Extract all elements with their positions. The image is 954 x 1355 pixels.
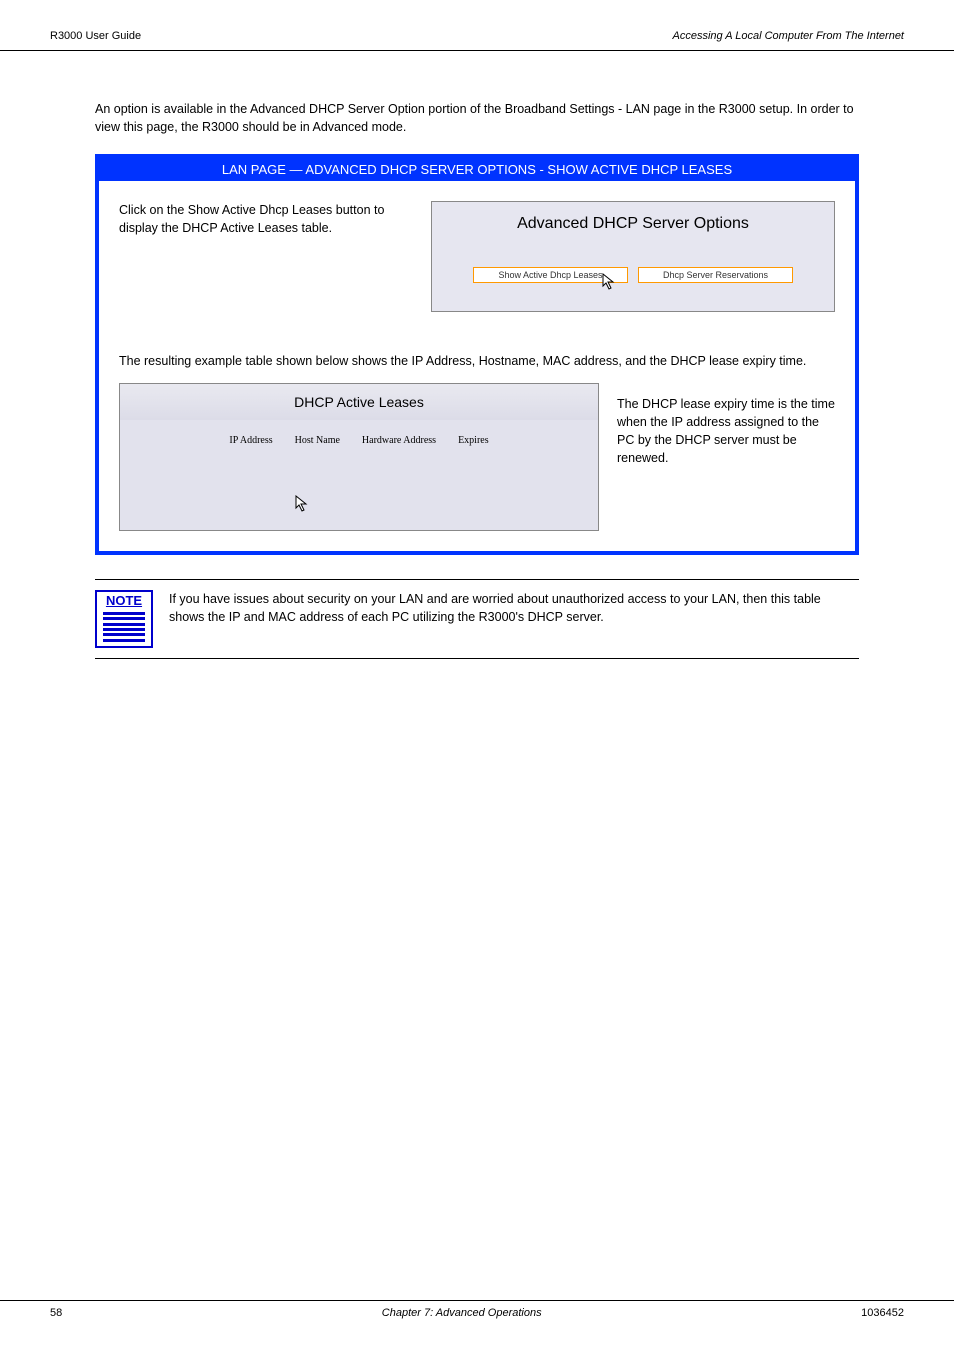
advanced-dhcp-options-box: Advanced DHCP Server Options Show Active… <box>431 201 835 312</box>
col-ip-address: IP Address <box>229 434 272 449</box>
header-left: R3000 User Guide <box>50 30 141 42</box>
dhcp-server-reservations-button[interactable]: Dhcp Server Reservations <box>638 267 793 283</box>
leases-columns: IP Address Host Name Hardware Address Ex… <box>120 434 598 449</box>
note-block: NOTE If you have issues about security o… <box>95 579 859 659</box>
panel-title: LAN PAGE — ADVANCED DHCP SERVER OPTIONS … <box>99 158 855 181</box>
col-hardware-address: Hardware Address <box>362 434 436 449</box>
note-text: If you have issues about security on you… <box>169 590 859 626</box>
options-title: Advanced DHCP Server Options <box>442 212 824 235</box>
footer-chapter: Chapter 7: Advanced Operations <box>382 1307 542 1319</box>
header-right: Accessing A Local Computer From The Inte… <box>672 30 904 42</box>
cursor-icon <box>295 495 309 513</box>
lan-panel: LAN PAGE — ADVANCED DHCP SERVER OPTIONS … <box>95 154 859 555</box>
section1-text: Click on the Show Active Dhcp Leases but… <box>119 201 413 312</box>
section1-paragraph: Click on the Show Active Dhcp Leases but… <box>119 201 413 237</box>
leases-header: DHCP Active Leases <box>120 384 598 420</box>
note-label: NOTE <box>97 592 151 608</box>
footer-page: 58 <box>50 1307 62 1319</box>
footer-doc: 1036452 <box>861 1307 904 1319</box>
dhcp-active-leases-box: DHCP Active Leases IP Address Host Name … <box>119 383 599 531</box>
col-host-name: Host Name <box>295 434 340 449</box>
show-active-dhcp-leases-button[interactable]: Show Active Dhcp Leases <box>473 267 628 283</box>
note-icon: NOTE <box>95 590 153 648</box>
leases-intro: The resulting example table shown below … <box>119 352 835 370</box>
col-expires: Expires <box>458 434 489 449</box>
intro-paragraph: An option is available in the Advanced D… <box>95 100 859 136</box>
lease-note: The DHCP lease expiry time is the time w… <box>617 395 835 468</box>
